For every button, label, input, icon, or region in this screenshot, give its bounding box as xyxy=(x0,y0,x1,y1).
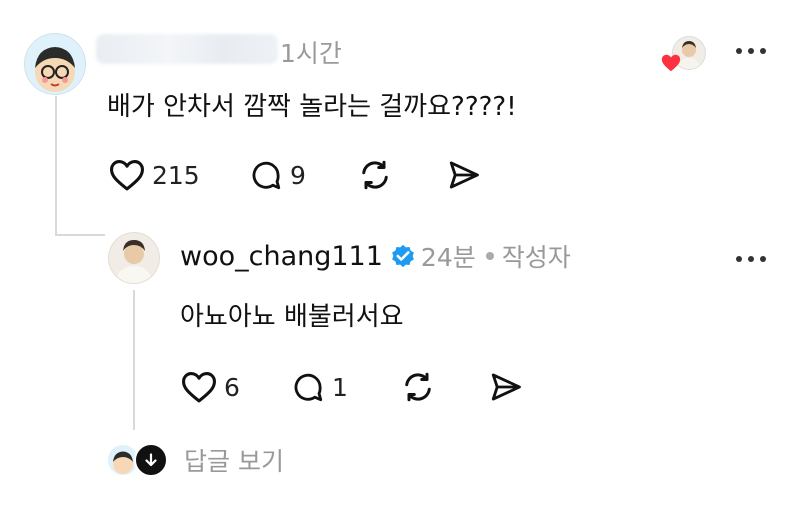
blurred-username xyxy=(96,34,278,64)
reply-reply-count: 1 xyxy=(332,372,348,402)
repost-button[interactable] xyxy=(357,157,393,193)
view-replies-label: 답글 보기 xyxy=(184,447,284,476)
comment-bubble-icon xyxy=(294,373,323,402)
reply-time: 24분 xyxy=(420,243,476,272)
reply-button[interactable]: 9 xyxy=(248,158,306,192)
person-avatar-image xyxy=(115,240,153,283)
like-count: 215 xyxy=(152,160,200,190)
separator-dot xyxy=(485,252,494,260)
thread-line xyxy=(55,96,57,236)
send-icon xyxy=(449,161,479,189)
verified-badge-icon xyxy=(392,244,414,268)
like-button[interactable]: 215 xyxy=(108,158,200,192)
reply-thread-line xyxy=(133,290,135,430)
reply-username[interactable]: woo_chang111 xyxy=(180,241,383,272)
heart-icon xyxy=(182,372,216,403)
reply-like-count: 6 xyxy=(224,372,240,402)
replier-avatar[interactable] xyxy=(108,232,160,284)
reply-repost-button[interactable] xyxy=(400,369,436,405)
reply-header: woo_chang111 24분 작성자 xyxy=(180,238,571,274)
share-button[interactable] xyxy=(446,158,482,192)
comment-text: 배가 안차서 깜짝 놀라는 걸까요????! xyxy=(107,92,517,122)
comment-bubble-icon xyxy=(252,161,281,190)
liked-heart-icon xyxy=(661,54,681,72)
reply-like-button[interactable]: 6 xyxy=(180,370,240,404)
reply-text: 아뇨아뇨 배불러서요 xyxy=(180,302,404,332)
heart-icon xyxy=(110,160,144,191)
arrow-down-icon xyxy=(134,443,168,477)
repost-icon xyxy=(362,160,388,190)
more-options-icon[interactable] xyxy=(734,46,768,56)
reply-reply-button[interactable]: 1 xyxy=(290,370,348,404)
reply-more-options-icon[interactable] xyxy=(734,254,768,264)
cartoon-avatar-image xyxy=(35,47,75,92)
view-replies-button[interactable]: 답글 보기 xyxy=(106,442,284,478)
commenter-avatar[interactable] xyxy=(24,33,86,95)
send-icon xyxy=(491,373,521,401)
repost-icon xyxy=(405,372,431,402)
thread-connector xyxy=(55,234,105,236)
reply-share-button[interactable] xyxy=(488,370,524,404)
reply-count: 9 xyxy=(290,160,306,190)
author-tag: 작성자 xyxy=(501,243,571,272)
comment-time: 1시간 xyxy=(280,39,342,68)
